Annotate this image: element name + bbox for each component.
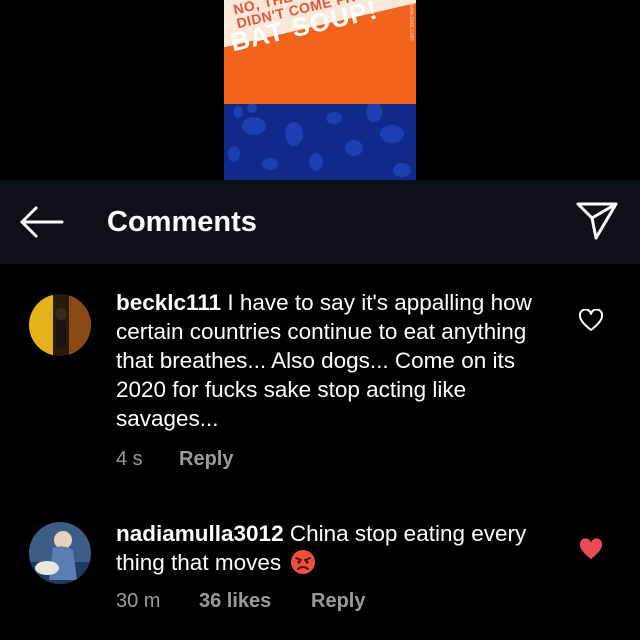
angry-face-emoji	[291, 550, 316, 574]
heart-filled-icon	[579, 538, 603, 559]
paw-pattern	[228, 102, 411, 177]
share-button[interactable]	[574, 198, 620, 242]
comment-text: becklc111 I have to say it's appalling h…	[116, 288, 556, 433]
comment-timestamp: 4 s	[116, 448, 143, 470]
avatar-photo	[29, 294, 91, 356]
arrow-left-icon	[20, 206, 64, 238]
avatar-photo	[29, 522, 91, 584]
post-image-blue-panel	[224, 102, 416, 180]
avatar[interactable]	[29, 522, 91, 584]
post-image: NO, THE DIDN'T COME FR BAT SOUP! www.cne…	[224, 0, 416, 180]
comments-header	[0, 180, 640, 264]
post-side-text: www.cnet.com	[408, 2, 414, 41]
page-title: Comments	[107, 206, 257, 238]
back-button[interactable]	[18, 200, 66, 244]
comment-username[interactable]: becklc111	[116, 290, 221, 315]
likes-count[interactable]: 36 likes	[199, 589, 271, 613]
heart-outline-icon	[578, 308, 604, 331]
comment-text: nadiamulla3012 China stop eating every t…	[116, 519, 556, 577]
reply-button[interactable]: Reply	[179, 447, 233, 471]
paper-plane-icon	[576, 202, 618, 240]
comment-username[interactable]: nadiamulla3012	[116, 521, 284, 546]
comment-timestamp: 30 m	[116, 590, 161, 612]
reply-button[interactable]: Reply	[311, 589, 365, 613]
like-button[interactable]	[578, 308, 604, 333]
avatar[interactable]	[29, 294, 91, 356]
like-button[interactable]	[578, 538, 604, 562]
